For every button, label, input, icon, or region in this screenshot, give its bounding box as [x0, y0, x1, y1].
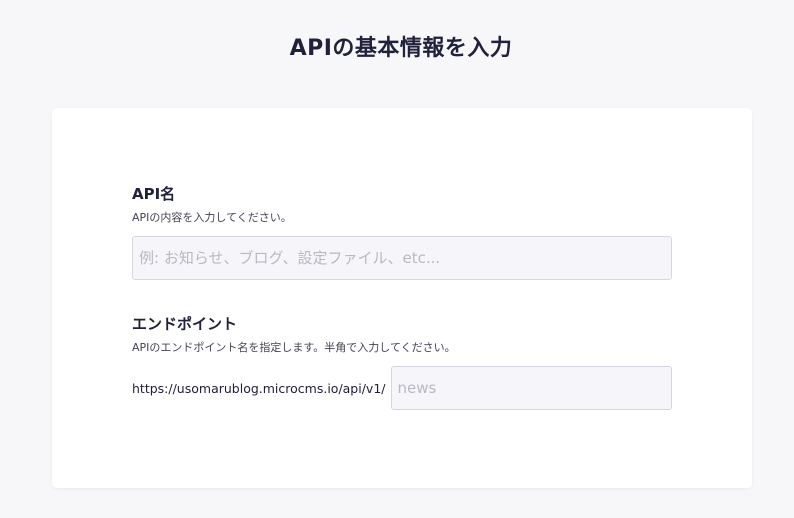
endpoint-row: https://usomarublog.microcms.io/api/v1/: [132, 366, 672, 410]
endpoint-label: エンドポイント: [132, 315, 238, 333]
endpoint-input[interactable]: [390, 366, 672, 410]
api-name-description: APIの内容を入力してください。: [132, 211, 292, 224]
endpoint-field-group: エンドポイント APIのエンドポイント名を指定します。半角で入力してください。 …: [132, 314, 672, 410]
endpoint-description: APIのエンドポイント名を指定します。半角で入力してください。: [132, 341, 456, 354]
api-name-label: API名: [132, 185, 176, 203]
api-name-field-group: API名 APIの内容を入力してください。: [132, 184, 672, 280]
endpoint-url-prefix: https://usomarublog.microcms.io/api/v1/: [132, 380, 386, 396]
page: APIの基本情報を入力 API名 APIの内容を入力してください。 エンドポイン…: [0, 0, 794, 518]
api-name-input[interactable]: [132, 236, 672, 280]
form-card: API名 APIの内容を入力してください。 エンドポイント APIのエンドポイン…: [52, 108, 752, 488]
page-title: APIの基本情報を入力: [289, 36, 513, 61]
